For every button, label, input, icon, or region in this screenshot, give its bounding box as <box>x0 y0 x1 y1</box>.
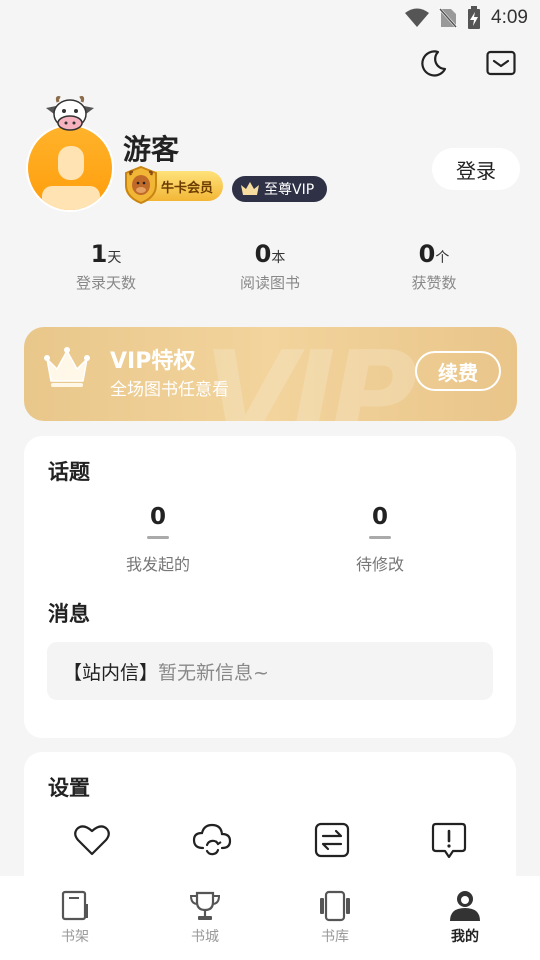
profile-icon <box>450 891 480 921</box>
vip-title: VIP特权 <box>110 349 196 374</box>
stat-label: 登录天数 <box>75 274 136 292</box>
vip-privilege-card[interactable]: VIP VIP特权 全场图书任意看 续费 <box>24 327 517 421</box>
status-bar: 4:09 <box>0 0 540 36</box>
settings-title: 设置 <box>48 776 90 800</box>
stat-value: 0 <box>254 240 272 268</box>
avatar-area[interactable] <box>24 96 116 216</box>
nav-label: 我的 <box>451 929 479 945</box>
nav-bookstore[interactable]: 书城 <box>165 890 245 960</box>
top-actions <box>416 44 518 82</box>
bull-shield-icon <box>125 165 157 205</box>
login-button[interactable]: 登录 <box>432 148 520 190</box>
trophy-icon <box>189 891 221 920</box>
mail-icon <box>486 50 516 76</box>
avatar[interactable] <box>26 124 114 212</box>
cloud-sync-button[interactable] <box>192 822 232 864</box>
supreme-vip-badge[interactable]: 至尊VIP <box>232 176 327 202</box>
cow-mascot-icon <box>46 96 94 131</box>
stat-unit: 天 <box>107 250 122 266</box>
crown-icon <box>241 182 259 195</box>
stat-label: 获赞数 <box>411 274 457 292</box>
message-text: 暂无新信息~ <box>158 661 269 684</box>
username: 游客 <box>123 133 180 166</box>
switch-button[interactable] <box>314 822 350 864</box>
user-stats: 1天 登录天数 0本 阅读图书 0个 获赞数 <box>24 240 516 306</box>
nav-label: 书城 <box>191 929 219 945</box>
no-sim-icon <box>439 7 458 29</box>
stat-unit: 个 <box>435 250 450 266</box>
topic-pending-edit[interactable]: 0 待修改 <box>320 504 440 575</box>
vip-subtitle: 全场图书任意看 <box>110 380 229 400</box>
battery-charging-icon <box>468 6 481 29</box>
bottom-navigation: 书架 书城 书库 我的 <box>0 876 540 960</box>
night-mode-button[interactable] <box>416 44 450 82</box>
messages-title: 消息 <box>48 602 90 626</box>
settings-card: 设置 <box>24 752 516 892</box>
topic-label: 我发起的 <box>125 555 190 574</box>
message-tag: 【站内信】 <box>63 661 159 684</box>
profile-header: 游客 牛卡会员 至尊VIP 登录 <box>24 96 520 220</box>
nav-library[interactable]: 书库 <box>295 890 375 960</box>
cloud-sync-icon <box>193 823 232 856</box>
bookshelf-icon <box>61 890 88 921</box>
niuka-member-badge[interactable]: 牛卡会员 <box>125 165 223 205</box>
topic-label: 待修改 <box>355 555 404 574</box>
library-icon <box>320 890 350 922</box>
nav-bookshelf[interactable]: 书架 <box>35 890 115 960</box>
mail-button[interactable] <box>484 44 518 82</box>
topic-value: 0 <box>149 504 166 530</box>
swap-icon <box>314 822 349 858</box>
stat-unit: 本 <box>271 250 286 266</box>
feedback-button[interactable] <box>431 822 467 864</box>
topic-initiated[interactable]: 0 我发起的 <box>98 504 218 575</box>
topics-messages-card: 话题 0 我发起的 0 待修改 消息 【站内信】 暂无新信息~ <box>24 436 516 738</box>
niuka-badge-label: 牛卡会员 <box>161 180 214 196</box>
stat-value: 1 <box>90 240 108 268</box>
topic-value: 0 <box>371 504 388 530</box>
stat-books-read[interactable]: 0本 阅读图书 <box>188 240 352 306</box>
stat-label: 阅读图书 <box>239 274 300 292</box>
status-time: 4:09 <box>491 7 528 28</box>
heart-icon <box>73 825 110 856</box>
moon-icon <box>421 50 447 77</box>
stat-value: 0 <box>418 240 436 268</box>
nav-label: 书库 <box>321 929 349 945</box>
message-item[interactable]: 【站内信】 暂无新信息~ <box>47 642 493 700</box>
stat-likes[interactable]: 0个 获赞数 <box>352 240 516 306</box>
nav-label: 书架 <box>61 929 89 945</box>
vip-badge-label: 至尊VIP <box>264 182 315 198</box>
feedback-icon <box>432 822 467 859</box>
topic-underline <box>369 536 391 539</box>
nav-mine[interactable]: 我的 <box>425 890 505 960</box>
wifi-icon <box>405 8 430 27</box>
favorites-button[interactable] <box>73 822 111 864</box>
vip-watermark: VIP <box>204 327 417 421</box>
crown-icon <box>44 347 90 387</box>
topic-underline <box>147 536 169 539</box>
topics-title: 话题 <box>48 460 90 484</box>
renew-button[interactable]: 续费 <box>415 351 501 391</box>
stat-login-days[interactable]: 1天 登录天数 <box>24 240 188 306</box>
